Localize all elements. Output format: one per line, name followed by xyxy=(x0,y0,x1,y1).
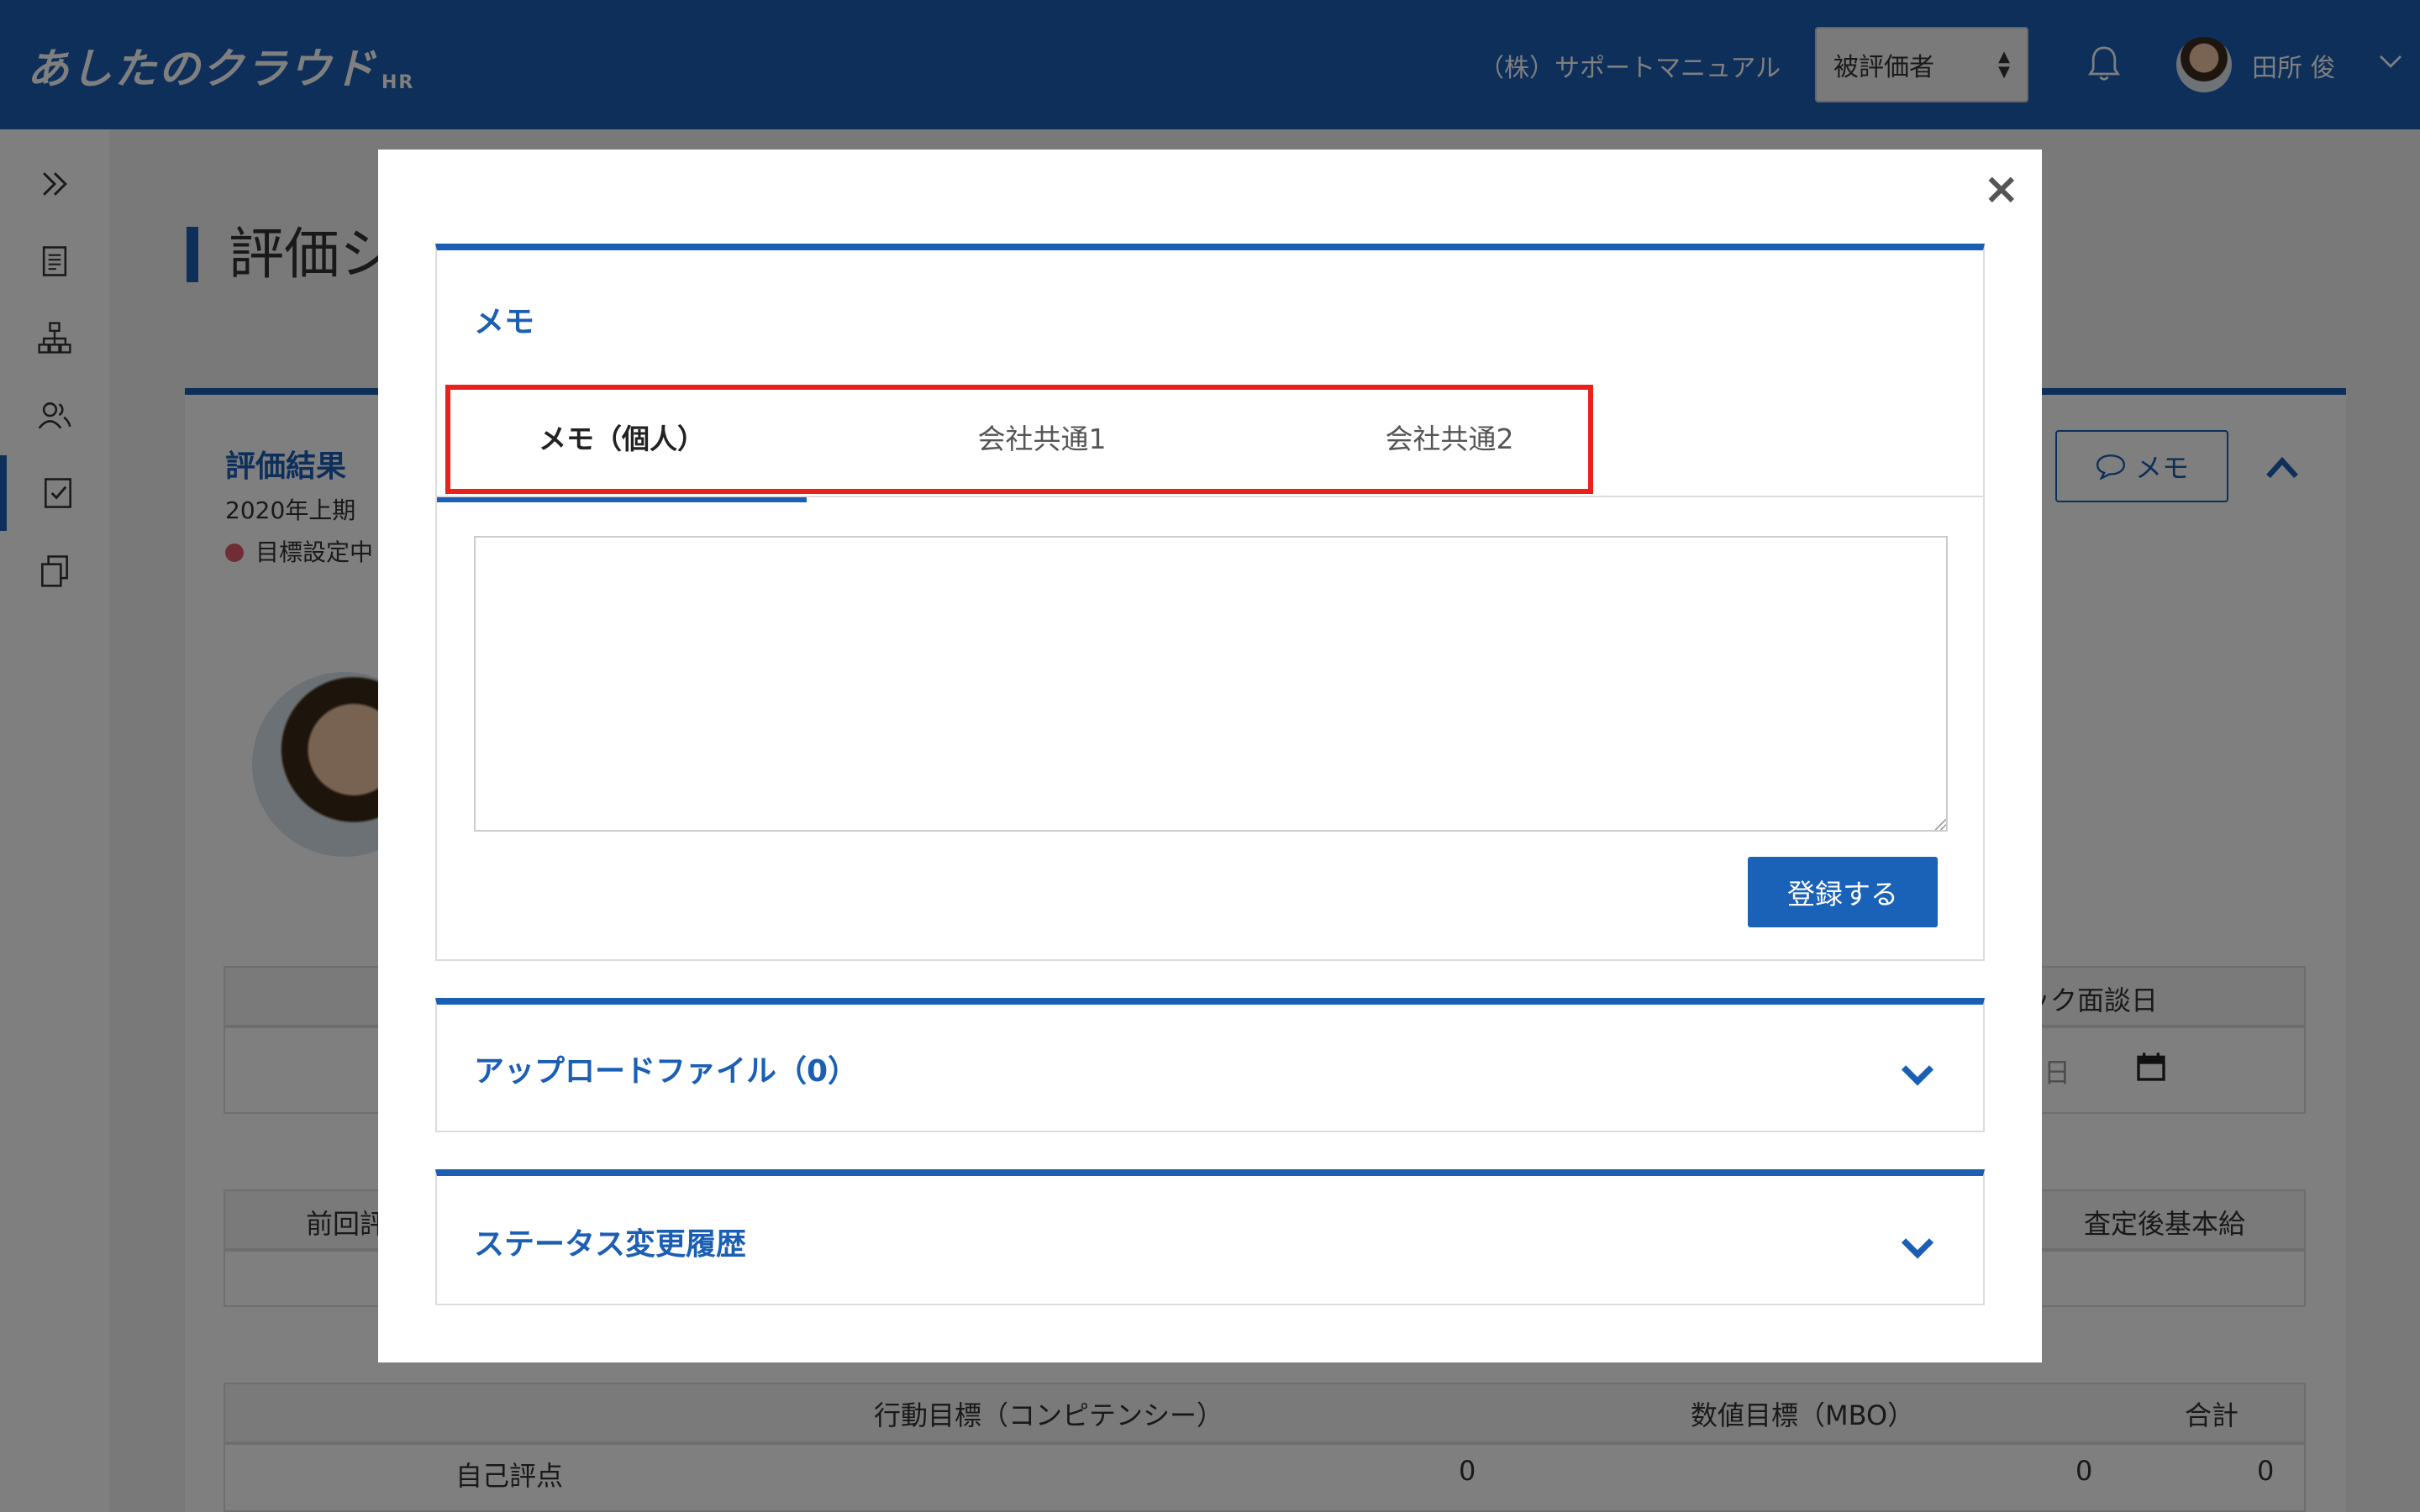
resize-grip-icon[interactable] xyxy=(1933,816,1946,830)
tabs-highlight-box xyxy=(445,385,1593,494)
memo-section-title: メモ xyxy=(474,305,535,339)
upload-section[interactable]: アップロードファイル（0） xyxy=(435,998,1985,1132)
register-button[interactable]: 登録する xyxy=(1748,857,1938,927)
chevron-down-icon[interactable] xyxy=(1899,1060,1936,1090)
memo-section: メモ メモ（個人） 会社共通1 会社共通2 登録する xyxy=(435,244,1985,961)
chevron-down-icon[interactable] xyxy=(1899,1233,1936,1263)
status-history-section[interactable]: ステータス変更履歴 xyxy=(435,1169,1985,1305)
status-history-title[interactable]: ステータス変更履歴 xyxy=(474,1220,746,1263)
active-tab-indicator xyxy=(437,497,807,502)
close-icon[interactable]: × xyxy=(1983,167,2020,211)
upload-section-title[interactable]: アップロードファイル（0） xyxy=(474,1047,858,1090)
memo-textarea[interactable] xyxy=(474,536,1948,832)
